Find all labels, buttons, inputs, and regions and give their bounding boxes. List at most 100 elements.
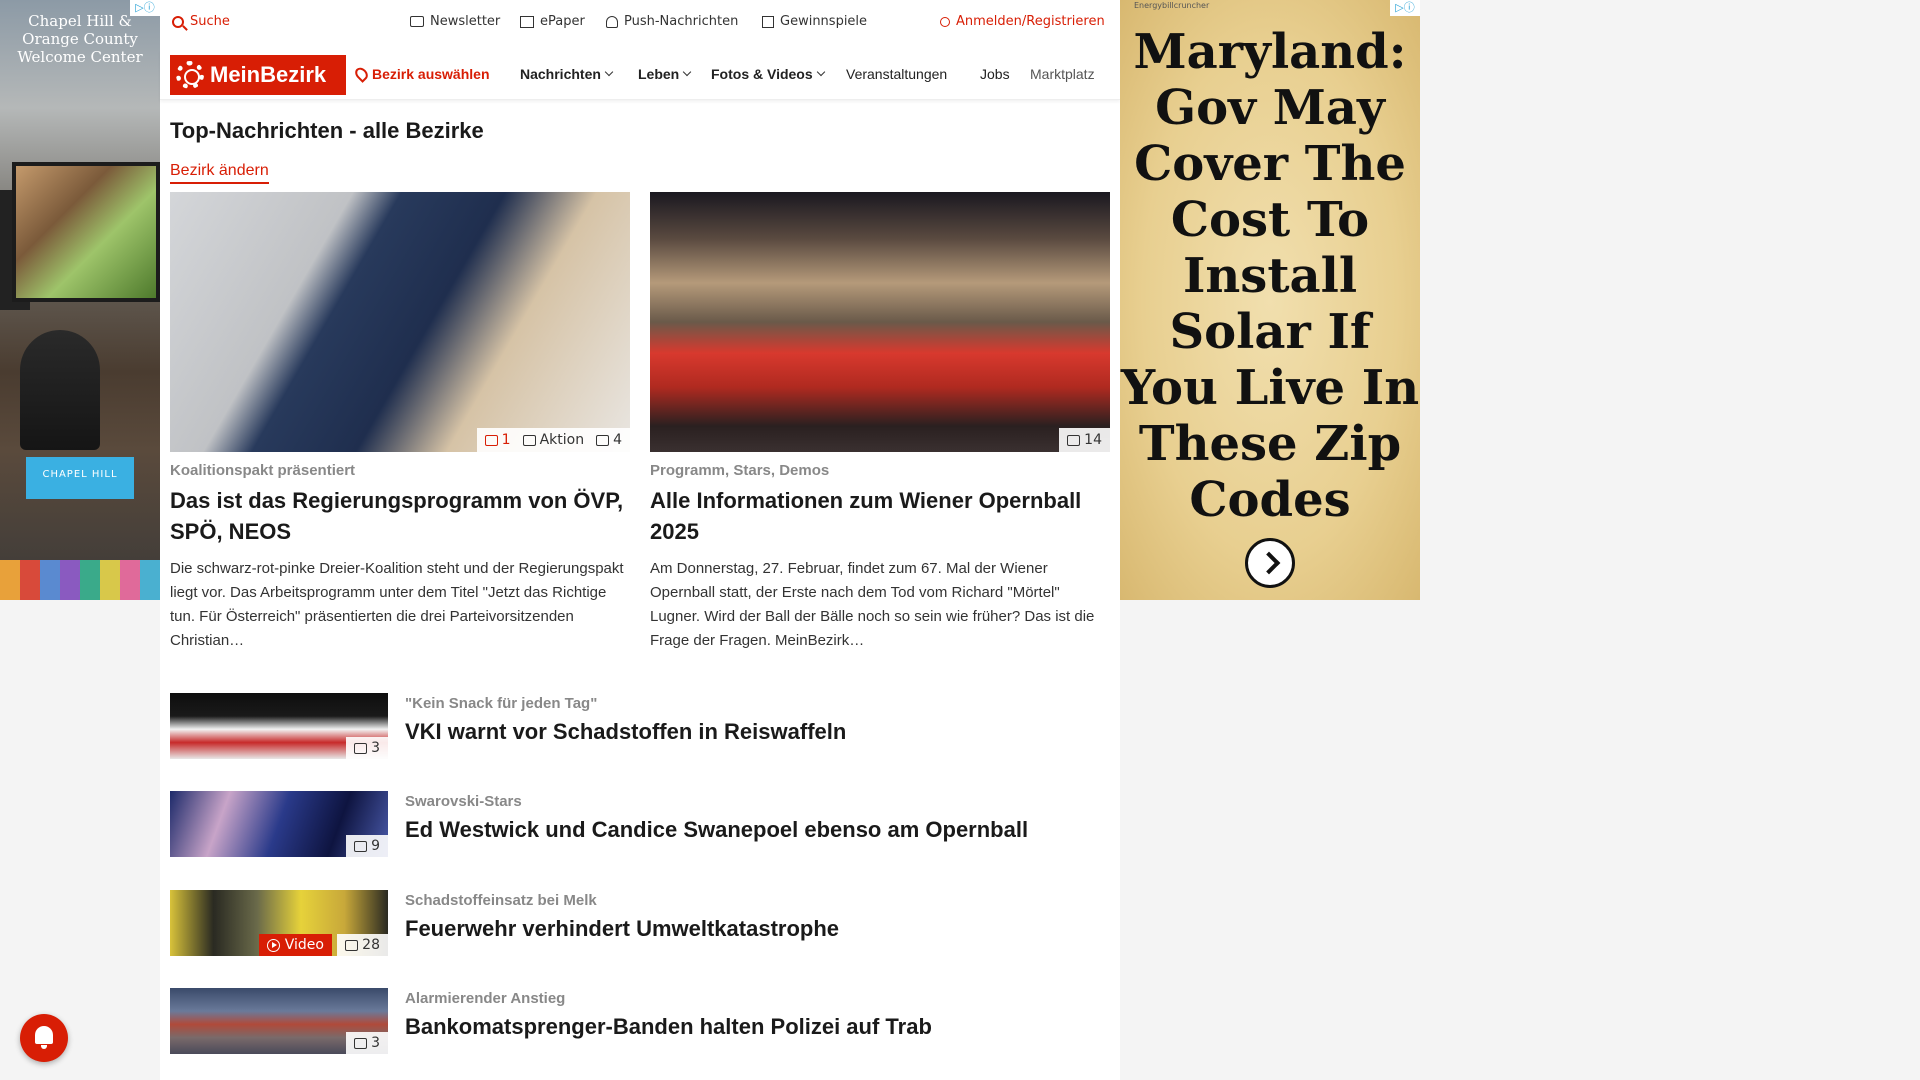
nav-veranstaltungen[interactable]: Veranstaltungen [846, 66, 947, 82]
ad-stripe [120, 560, 140, 600]
article-headline[interactable]: Das ist das Regierungsprogramm von ÖVP, … [170, 485, 630, 547]
site-logo[interactable]: MeinBezirk [170, 55, 346, 95]
chevron-down-icon [816, 67, 825, 77]
list-thumbnail[interactable]: 3 [170, 693, 388, 759]
search-label: Suche [190, 14, 230, 29]
ad-image-chair [20, 330, 100, 450]
photo-count: 14 [1067, 432, 1102, 448]
notification-bell-button[interactable] [20, 1014, 68, 1062]
list-item[interactable]: 3 "Kein Snack für jeden Tag" VKI warnt v… [170, 693, 1110, 759]
ad-title: Chapel Hill & Orange County Welcome Cent… [17, 12, 143, 66]
article-teaser: Am Donnerstag, 27. Februar, findet zum 6… [650, 560, 1095, 649]
ad-image-family [12, 162, 160, 302]
list-headline[interactable]: Feuerwehr verhindert Umweltkatastrophe [405, 916, 839, 942]
list-kicker: Schadstoffeinsatz bei Melk [405, 892, 597, 909]
video-label: Video [284, 937, 324, 953]
login-link[interactable]: Anmelden/Registrieren [940, 14, 1105, 29]
list-kicker: Swarovski-Stars [405, 793, 522, 810]
list-thumbnail[interactable]: Video 28 [170, 890, 388, 956]
image-icon [354, 840, 368, 852]
list-kicker: Alarmierender Anstieg [405, 990, 566, 1007]
login-label: Anmelden/Registrieren [956, 14, 1105, 29]
bell-icon [606, 15, 618, 28]
photo-count-value: 14 [1084, 432, 1102, 448]
photo-count: 28 [337, 934, 388, 956]
photo-count-value: 3 [371, 1035, 380, 1051]
article-image[interactable]: 14 [650, 192, 1110, 452]
article-headline[interactable]: Alle Informationen zum Wiener Opernball … [650, 485, 1110, 547]
photo-count: 3 [346, 737, 388, 759]
search-link[interactable]: Suche [172, 14, 230, 29]
main-navigation: MeinBezirk Bezirk auswählen Nachrichten … [160, 50, 1120, 100]
page-title: Top-Nachrichten - alle Bezirke [170, 118, 484, 143]
mail-icon [410, 16, 424, 27]
chevron-down-icon [682, 67, 692, 77]
adchoices-icon[interactable]: ▷ⓘ [1390, 0, 1420, 16]
push-label: Push-Nachrichten [624, 14, 739, 29]
article-teaser: Die schwarz-rot-pinke Dreier-Koalition s… [170, 560, 624, 649]
photo-count: 4 [596, 432, 622, 448]
push-link[interactable]: Push-Nachrichten [606, 14, 738, 29]
chevron-down-icon [604, 67, 614, 77]
video-badge: Video [258, 934, 332, 956]
aktion-label: Aktion [539, 432, 585, 448]
nav-jobs[interactable]: Jobs [980, 66, 1010, 82]
bezirk-select[interactable]: Bezirk auswählen [352, 65, 490, 83]
nav-nachrichten[interactable]: Nachrichten [520, 66, 614, 82]
ad-source: Energybillcruncher [1134, 1, 1210, 10]
ad-stripe [20, 560, 40, 600]
newspaper-icon [520, 15, 534, 28]
nav-leben[interactable]: Leben [638, 66, 692, 82]
nav-nachrichten-label: Nachrichten [520, 66, 601, 82]
photo-count-value: 3 [371, 740, 380, 756]
right-ad-banner[interactable]: Energybillcruncher ▷ⓘ Maryland: Gov May … [1120, 0, 1420, 600]
photo-count-value: 28 [362, 937, 380, 953]
main-content: Suche Newsletter ePaper Push-Nachrichten… [160, 0, 1120, 1080]
nav-marktplatz[interactable]: Marktplatz [1030, 66, 1114, 82]
list-item[interactable]: Video 28 Schadstoffeinsatz bei Melk Feue… [170, 890, 1110, 956]
search-icon [172, 15, 184, 28]
list-headline[interactable]: VKI warnt vor Schadstoffen in Reiswaffel… [405, 719, 846, 745]
nav-marktplatz-label: Marktplatz [1030, 66, 1095, 82]
comment-icon [484, 434, 498, 446]
nav-jobs-label: Jobs [980, 66, 1010, 82]
play-icon [266, 938, 280, 952]
gewinnspiele-link[interactable]: Gewinnspiele [762, 14, 867, 29]
nav-fotos-videos-label: Fotos & Videos [711, 66, 813, 82]
change-bezirk-link[interactable]: Bezirk ändern [170, 162, 269, 184]
article-card[interactable]: 14 Programm, Stars, Demos Alle Informati… [650, 192, 1110, 653]
image-icon [596, 434, 610, 446]
epaper-link[interactable]: ePaper [520, 14, 585, 29]
top-utility-bar: Suche Newsletter ePaper Push-Nachrichten… [160, 0, 1120, 46]
bezirk-select-label: Bezirk auswählen [372, 66, 490, 82]
logo-sun-icon [176, 61, 204, 89]
epaper-label: ePaper [540, 14, 585, 29]
list-kicker: "Kein Snack für jeden Tag" [405, 695, 598, 712]
list-item[interactable]: 3 Alarmierender Anstieg Bankomatsprenger… [170, 988, 1110, 1054]
image-badges: 1 Aktion 4 [476, 428, 630, 452]
article-card[interactable]: 1 Aktion 4 Koalitionspakt präsentiert Da… [170, 192, 630, 653]
image-badges: 14 [1059, 428, 1110, 452]
ad-stripe [140, 560, 160, 600]
list-headline[interactable]: Bankomatsprenger-Banden halten Polizei a… [405, 1014, 932, 1040]
list-item[interactable]: 9 Swarovski-Stars Ed Westwick und Candic… [170, 791, 1110, 857]
newsletter-link[interactable]: Newsletter [410, 14, 500, 29]
list-thumbnail[interactable]: 9 [170, 791, 388, 857]
list-headline[interactable]: Ed Westwick und Candice Swanepoel ebenso… [405, 817, 1028, 843]
nav-veranstaltungen-label: Veranstaltungen [846, 66, 948, 82]
photo-count: 9 [346, 835, 388, 857]
ad-arrow-button[interactable] [1245, 538, 1295, 588]
aktion-badge: Aktion [522, 432, 585, 448]
article-kicker: Koalitionspakt präsentiert [170, 462, 356, 479]
article-kicker: Programm, Stars, Demos [650, 462, 830, 479]
article-image[interactable]: 1 Aktion 4 [170, 192, 630, 452]
ad-stripe [0, 560, 20, 600]
left-ad-banner[interactable]: Chapel Hill & Orange County Welcome Cent… [0, 0, 160, 600]
nav-fotos-videos[interactable]: Fotos & Videos [711, 66, 825, 82]
list-thumbnail[interactable]: 3 [170, 988, 388, 1054]
image-icon [345, 939, 359, 951]
image-icon [1067, 434, 1081, 446]
newsletter-label: Newsletter [430, 14, 501, 29]
comment-count-value: 1 [501, 432, 511, 448]
adchoices-icon[interactable]: ▷ⓘ [130, 0, 160, 16]
